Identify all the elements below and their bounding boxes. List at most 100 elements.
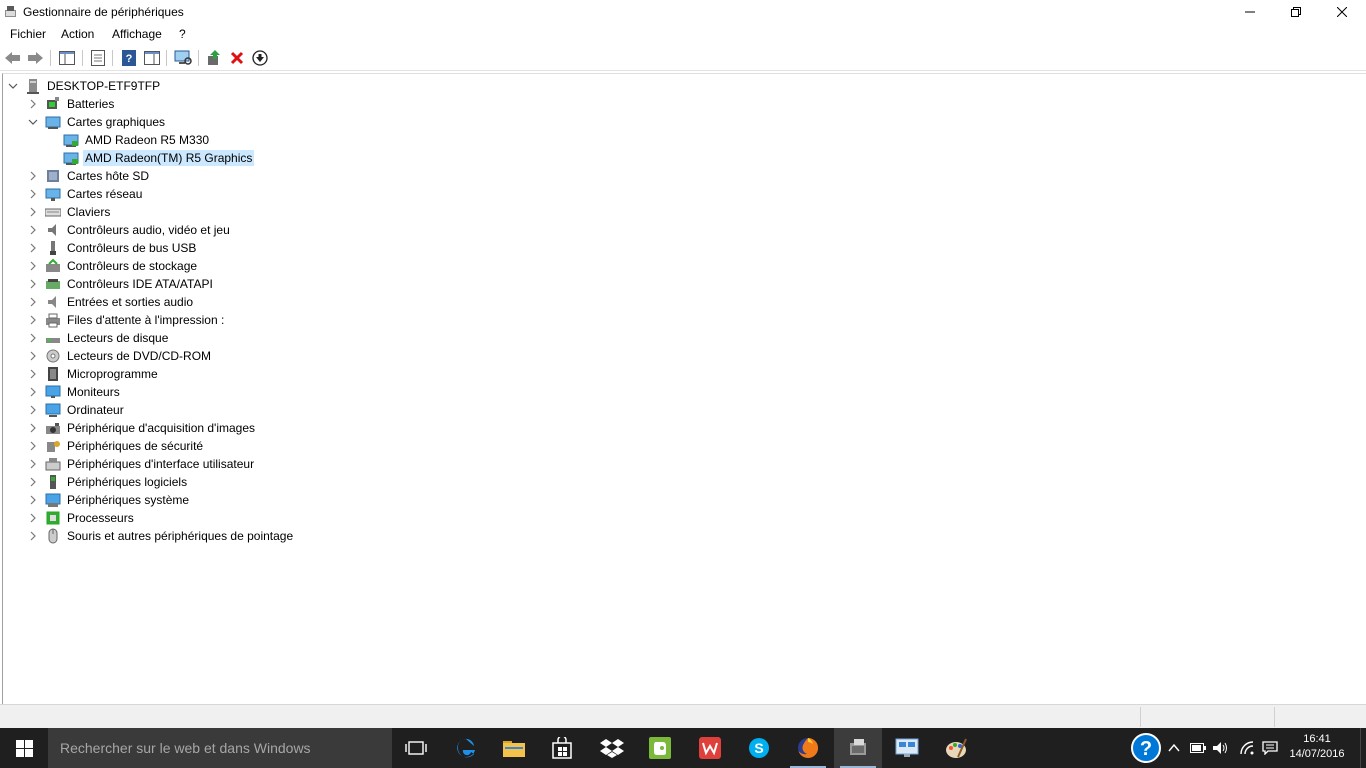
tree-category[interactable]: Entrées et sorties audio (27, 293, 195, 311)
tree-category[interactable]: Lecteurs de disque (27, 329, 170, 347)
taskbar-remote-desktop[interactable] (883, 728, 931, 768)
chevron-right-icon[interactable] (27, 257, 39, 275)
chevron-right-icon[interactable] (27, 347, 39, 365)
tray-show-hidden[interactable] (1166, 740, 1182, 756)
tree-category[interactable]: Batteries (27, 95, 116, 113)
search-box[interactable]: Rechercher sur le web et dans Windows (48, 728, 392, 768)
tree-category[interactable]: Contrôleurs de bus USB (27, 239, 198, 257)
title-bar: Gestionnaire de périphériques (0, 0, 1366, 24)
show-hide-console-tree-button[interactable] (58, 49, 76, 67)
tree-category[interactable]: Cartes hôte SD (27, 167, 151, 185)
tree-category[interactable]: Moniteurs (27, 383, 122, 401)
tree-category[interactable]: Périphériques d'interface utilisateur (27, 455, 256, 473)
chevron-right-icon[interactable] (27, 527, 39, 545)
tree-category[interactable]: Microprogramme (27, 365, 160, 383)
start-button[interactable] (0, 728, 48, 768)
chevron-right-icon[interactable] (27, 419, 39, 437)
chevron-down-icon[interactable] (27, 113, 39, 131)
tree-category[interactable]: Périphériques logiciels (27, 473, 189, 491)
chevron-right-icon[interactable] (27, 437, 39, 455)
tray-notifications[interactable] (1262, 740, 1278, 756)
taskbar-skype[interactable]: S (735, 728, 783, 768)
tree-category-label: Périphériques d'interface utilisateur (67, 457, 255, 471)
tree-category[interactable]: Contrôleurs audio, vidéo et jeu (27, 221, 232, 239)
tree-category[interactable]: Périphériques de sécurité (27, 437, 205, 455)
taskbar-edge[interactable] (442, 728, 490, 768)
tray-network[interactable] (1239, 740, 1255, 756)
chevron-right-icon[interactable] (27, 383, 39, 401)
chevron-right-icon[interactable] (27, 95, 39, 113)
show-desktop-button[interactable] (1360, 728, 1366, 768)
restore-button[interactable] (1273, 0, 1319, 24)
clock-time: 16:41 (1303, 733, 1331, 745)
menu-help[interactable]: ? (179, 27, 186, 41)
chevron-right-icon[interactable] (27, 293, 39, 311)
tray-help[interactable]: ? (1130, 732, 1162, 764)
chevron-right-icon[interactable] (27, 203, 39, 221)
task-view-icon (405, 741, 427, 755)
chevron-right-icon[interactable] (27, 167, 39, 185)
chevron-right-icon[interactable] (27, 311, 39, 329)
tree-device[interactable]: AMD Radeon R5 M330 (45, 131, 211, 149)
disable-device-button[interactable] (251, 49, 269, 67)
menu-fichier[interactable]: Fichier (10, 27, 46, 41)
chevron-right-icon[interactable] (27, 455, 39, 473)
chevron-right-icon[interactable] (27, 509, 39, 527)
menu-bar: Fichier Action Affichage ? (0, 24, 1366, 44)
taskbar-firefox[interactable] (784, 728, 832, 768)
chevron-right-icon[interactable] (27, 185, 39, 203)
forward-button[interactable] (26, 49, 44, 67)
chevron-right-icon[interactable] (27, 491, 39, 509)
chevron-right-icon[interactable] (27, 329, 39, 347)
taskbar-store[interactable] (538, 728, 586, 768)
chevron-right-icon[interactable] (27, 401, 39, 419)
tree-category[interactable]: Contrôleurs IDE ATA/ATAPI (27, 275, 215, 293)
chevron-right-icon[interactable] (27, 365, 39, 383)
clock[interactable]: 16:41 14/07/2016 (1284, 732, 1350, 762)
taskbar-wps[interactable] (686, 728, 734, 768)
firefox-icon (798, 737, 819, 758)
tree-category[interactable]: Ordinateur (27, 401, 126, 419)
tree-category[interactable]: Périphériques système (27, 491, 191, 509)
taskbar-device-manager[interactable] (834, 728, 882, 768)
minimize-button[interactable] (1227, 0, 1273, 24)
menu-action[interactable]: Action (61, 27, 94, 41)
close-button[interactable] (1319, 0, 1365, 24)
help-button[interactable]: ? (120, 49, 138, 67)
tree-root[interactable]: DESKTOP-ETF9TFP (7, 77, 162, 95)
task-view-button[interactable] (392, 728, 440, 768)
svg-text:?: ? (126, 53, 133, 65)
tray-volume[interactable] (1213, 740, 1229, 756)
tree-category[interactable]: Files d'attente à l'impression : (27, 311, 226, 329)
taskbar-paint[interactable] (932, 728, 980, 768)
menu-affichage[interactable]: Affichage (112, 27, 162, 41)
tree-category[interactable]: Claviers (27, 203, 112, 221)
chevron-right-icon[interactable] (27, 473, 39, 491)
properties-button[interactable] (89, 49, 107, 67)
scan-hardware-button[interactable] (174, 49, 192, 67)
store-icon (552, 737, 572, 759)
chevron-right-icon[interactable] (27, 275, 39, 293)
chevron-right-icon[interactable] (27, 221, 39, 239)
back-button[interactable] (4, 49, 22, 67)
taskbar-evernote[interactable] (636, 728, 684, 768)
action-pane-button[interactable] (143, 49, 161, 67)
tree-category[interactable]: Périphérique d'acquisition d'images (27, 419, 257, 437)
tree-category[interactable]: Souris et autres périphériques de pointa… (27, 527, 295, 545)
tree-category[interactable]: Lecteurs de DVD/CD-ROM (27, 347, 213, 365)
uninstall-device-button[interactable] (228, 49, 246, 67)
update-driver-button[interactable] (205, 49, 223, 67)
chevron-right-icon[interactable] (27, 239, 39, 257)
tree-category[interactable]: Cartes graphiques (27, 113, 167, 131)
chevron-down-icon[interactable] (7, 77, 19, 95)
tree-category-label: Souris et autres périphériques de pointa… (67, 529, 294, 543)
taskbar-file-explorer[interactable] (490, 728, 538, 768)
tree-category[interactable]: Cartes réseau (27, 185, 144, 203)
tree-category[interactable]: Contrôleurs de stockage (27, 257, 199, 275)
storage-controller-icon (45, 258, 61, 274)
tree-device[interactable]: AMD Radeon(TM) R5 Graphics (45, 149, 255, 167)
taskbar-dropbox[interactable] (588, 728, 636, 768)
tree-category-label: Claviers (67, 205, 111, 219)
tray-battery[interactable] (1190, 740, 1206, 756)
tree-category[interactable]: Processeurs (27, 509, 136, 527)
